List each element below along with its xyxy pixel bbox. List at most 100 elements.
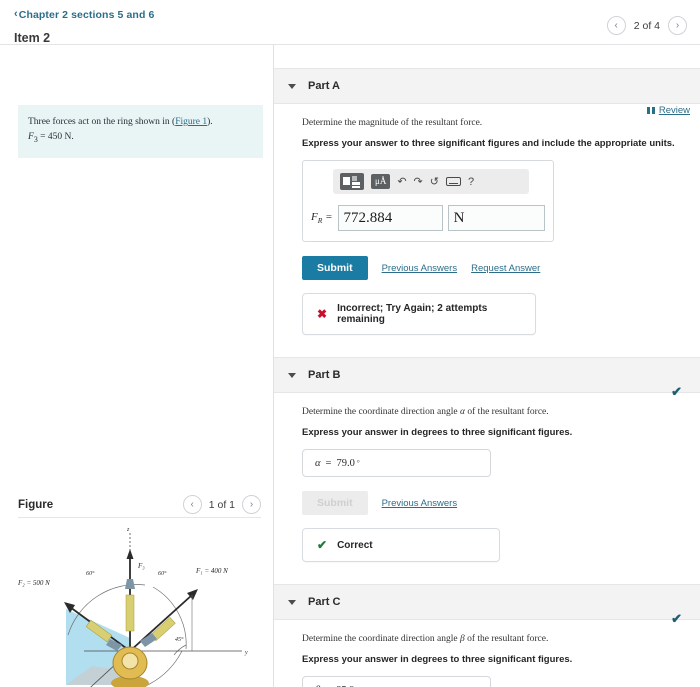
prev-item-button[interactable]: ‹: [606, 16, 626, 35]
part-c-section: Part C ✔ Determine the coordinate direct…: [274, 584, 700, 687]
part-c-prompt-after: of the resultant force.: [464, 634, 549, 644]
part-a-body: Determine the magnitude of the resultant…: [274, 104, 700, 341]
part-c-header[interactable]: Part C ✔: [274, 584, 700, 626]
part-b-feedback-text: Correct: [337, 539, 373, 551]
eyebolt-ring-hole: [121, 652, 139, 670]
item-pager-label: 2 of 4: [633, 19, 660, 32]
force-f3-arrowhead: [126, 549, 134, 559]
top-header: ‹ Chapter 2 sections 5 and 6 Item 2 ‹ 2 …: [0, 0, 700, 45]
math-toolbar: μÅ ↶ ↷ ↺ ?: [333, 169, 529, 194]
part-b-answer-unit: °: [356, 459, 360, 467]
part-a-equals: =: [325, 210, 333, 223]
page-title: Item 2: [14, 31, 51, 45]
figure-prev-button[interactable]: ‹: [182, 495, 202, 514]
part-c-label: Part C: [308, 596, 341, 608]
part-c-body: Determine the coordinate direction angle…: [274, 620, 700, 687]
part-b-prompt: Determine the coordinate direction angle…: [302, 407, 682, 417]
statement-variable-value: = 450 N.: [37, 131, 74, 142]
axis-label-z: z: [126, 527, 130, 533]
part-b-submit-button: Submit: [302, 491, 368, 515]
part-b-previous-answers-link[interactable]: Previous Answers: [382, 498, 458, 509]
angle-arc-45: [173, 644, 187, 656]
part-a-answer-widget: μÅ ↶ ↷ ↺ ? FR = 772.884 N: [302, 160, 554, 242]
part-a-feedback: ✖ Incorrect; Try Again; 2 attempts remai…: [302, 293, 536, 335]
part-b-answer-value: 79.0: [336, 457, 355, 469]
part-a-unit-input[interactable]: N: [447, 205, 545, 231]
part-c-prompt: Determine the coordinate direction angle…: [302, 634, 682, 644]
right-panel: Review Part A Determine the magnitude of…: [274, 45, 700, 687]
left-panel: Three forces act on the ring shown in (F…: [0, 45, 274, 687]
figure-link[interactable]: Figure 1: [175, 117, 207, 127]
part-a-prompt: Determine the magnitude of the resultant…: [302, 118, 483, 128]
part-b-label: Part B: [308, 369, 341, 381]
part-a-request-answer-link[interactable]: Request Answer: [471, 263, 540, 274]
part-b-section: Part B ✔ Determine the coordinate direct…: [274, 357, 700, 568]
angle-label-45: 45°: [175, 636, 184, 643]
part-a-actions: Submit Previous Answers Request Answer: [302, 256, 682, 280]
next-item-button[interactable]: ›: [668, 16, 687, 35]
part-c-complete-check-icon: ✔: [671, 611, 682, 626]
part-a-feedback-text: Incorrect; Try Again; 2 attempts remaini…: [337, 303, 488, 325]
part-b-prompt-before: Determine the coordinate direction angle: [302, 407, 461, 417]
math-template-icon[interactable]: [340, 173, 364, 190]
part-b-header[interactable]: Part B ✔: [274, 357, 700, 399]
part-a-section: Part A Determine the magnitude of the re…: [274, 68, 700, 341]
figure-header: Figure ‹ 1 of 1 ›: [18, 495, 261, 514]
part-c-prompt-before: Determine the coordinate direction angle: [302, 634, 461, 644]
part-b-answer-equals: =: [325, 457, 332, 469]
force-f2-arrowhead: [64, 602, 75, 613]
figure-title: Figure: [18, 498, 54, 511]
part-a-header[interactable]: Part A: [274, 68, 700, 104]
part-a-lhs-var: F: [311, 210, 318, 223]
force-diagram-svg: z y x F₃ F₁ = 400 N F₂ = 500 N 60° 60° 4…: [17, 527, 248, 687]
breadcrumb-back-link[interactable]: ‹ Chapter 2 sections 5 and 6: [14, 9, 154, 21]
part-c-instruction: Express your answer in degrees to three …: [302, 654, 573, 665]
angle-label-60-left: 60°: [86, 570, 95, 577]
part-a-instruction: Express your answer to three significant…: [302, 138, 675, 149]
review-link[interactable]: Review: [647, 105, 690, 116]
content-columns: Three forces act on the ring shown in (F…: [0, 45, 700, 687]
keyboard-icon[interactable]: [445, 177, 461, 186]
force-label-f2: F₂ = 500 N: [17, 579, 50, 587]
part-a-value-input[interactable]: 772.884: [337, 205, 443, 231]
part-a-label: Part A: [308, 80, 340, 92]
problem-page: ‹ Chapter 2 sections 5 and 6 Item 2 ‹ 2 …: [0, 0, 700, 687]
breadcrumb-label: Chapter 2 sections 5 and 6: [18, 8, 155, 21]
chevron-down-icon[interactable]: [288, 372, 296, 378]
part-b-answer-field[interactable]: α = 79.0 °: [302, 449, 491, 477]
part-a-equation-row: FR = 772.884 N: [311, 205, 545, 231]
part-a-lhs: FR =: [311, 211, 333, 225]
undo-icon[interactable]: ↶: [397, 175, 406, 188]
figure-divider: [18, 517, 261, 518]
part-b-prompt-after: of the resultant force.: [465, 407, 549, 417]
figure-pager-label: 1 of 1: [208, 498, 235, 511]
error-icon: ✖: [317, 307, 328, 321]
chevron-down-icon[interactable]: [288, 83, 296, 89]
help-icon[interactable]: ?: [468, 176, 474, 188]
part-b-actions: Submit Previous Answers: [302, 491, 682, 515]
figure-next-button[interactable]: ›: [242, 495, 261, 514]
part-a-lhs-sub: R: [317, 216, 323, 226]
part-c-answer-field[interactable]: β = 85.9 °: [302, 676, 491, 687]
item-pager: ‹ 2 of 4 ›: [606, 16, 687, 35]
part-b-feedback: ✔ Correct: [302, 528, 500, 562]
figure-diagram[interactable]: z y x F₃ F₁ = 400 N F₂ = 500 N 60° 60° 4…: [14, 523, 264, 687]
review-label: Review: [658, 105, 690, 116]
part-b-answer-symbol: α: [315, 457, 321, 469]
force-label-f1: F₁ = 400 N: [195, 567, 228, 575]
part-a-submit-button[interactable]: Submit: [302, 256, 368, 280]
statement-text-after: ).: [207, 117, 213, 127]
success-icon: ✔: [317, 538, 328, 552]
part-b-instruction: Express your answer in degrees to three …: [302, 427, 573, 438]
force-label-f3: F₃: [137, 562, 145, 570]
review-icon: [647, 107, 655, 114]
chevron-left-icon: ‹: [14, 8, 18, 20]
part-a-previous-answers-link[interactable]: Previous Answers: [382, 263, 458, 274]
reset-icon[interactable]: ↺: [430, 175, 439, 188]
units-icon[interactable]: μÅ: [371, 174, 391, 189]
chevron-down-icon[interactable]: [288, 599, 296, 605]
problem-statement: Three forces act on the ring shown in (F…: [18, 105, 263, 158]
part-b-complete-check-icon: ✔: [671, 384, 682, 399]
redo-icon[interactable]: ↷: [414, 175, 423, 188]
angle-label-60-right: 60°: [158, 570, 167, 577]
